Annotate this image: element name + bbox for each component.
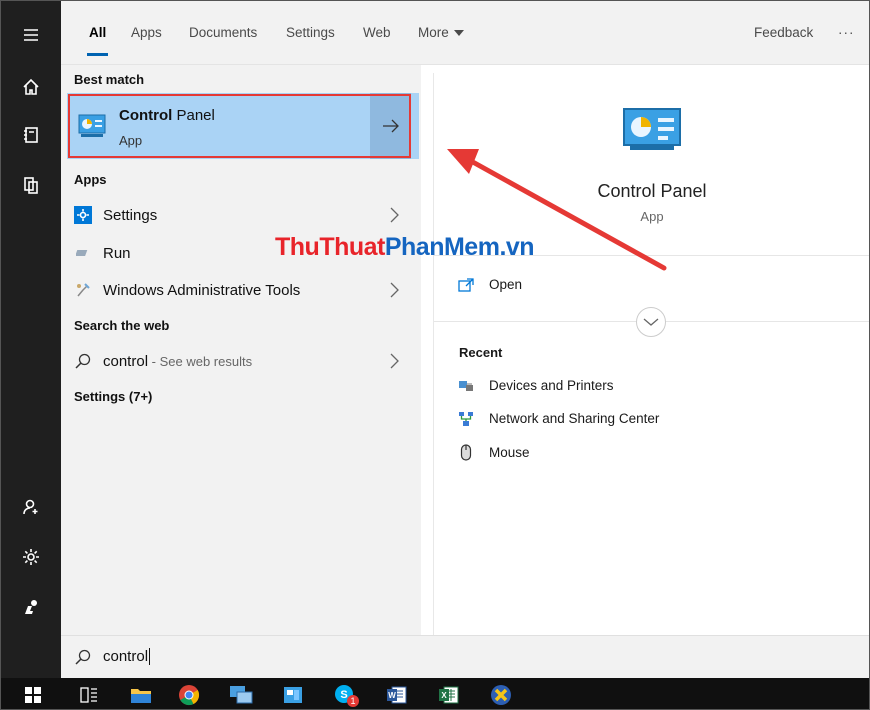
watermark: ThuThuatPhanMem.vn [275,233,535,262]
app-item-label: Run [103,245,131,262]
control-panel-icon-large [623,108,681,150]
preview-panel: Control Panel App Open Recent Devices an… [433,73,869,635]
app-yellow-x-icon[interactable] [481,682,521,708]
start-windows-icon[interactable] [13,682,53,708]
taskbar: S 1 W X [1,678,869,709]
windows-search-window: All Apps Documents Settings Web More Fee… [0,0,870,710]
chevron-right-icon [390,282,399,298]
admin-tools-icon [74,281,92,299]
web-search-query: control [103,353,149,370]
mouse-icon [460,444,472,461]
excel-icon[interactable]: X [429,682,469,708]
recent-item-label: Network and Sharing Center [489,411,660,426]
open-external-icon [458,278,474,292]
skype-icon[interactable]: S 1 [325,682,365,708]
more-options-icon[interactable]: ··· [838,25,855,40]
word-icon[interactable]: W [377,682,417,708]
recent-item-label: Devices and Printers [489,378,614,393]
remote-desktop-icon[interactable] [221,682,261,708]
user-account-icon[interactable] [13,489,49,525]
search-web-heading: Search the web [74,318,170,333]
app-item-settings[interactable]: Settings [61,197,421,233]
open-action[interactable]: Open [458,275,658,297]
search-input[interactable]: control [103,648,151,665]
left-rail [1,1,61,678]
web-search-suffix: - See web results [148,354,253,369]
tab-more[interactable]: More [418,25,464,40]
tab-settings[interactable]: Settings [286,25,335,40]
search-filter-bar: All Apps Documents Settings Web More Fee… [61,1,869,65]
web-search-item[interactable]: control - See web results [61,343,421,379]
results-panel: Best match Control Panel App Apps Settin… [61,65,421,635]
feedback-link[interactable]: Feedback [754,25,813,40]
tab-all[interactable]: All [86,25,109,56]
chevron-right-icon [390,353,399,369]
best-match-highlight-outline [68,94,411,158]
search-box[interactable]: control [61,635,869,678]
run-icon [74,244,92,262]
app-item-label: Windows Administrative Tools [103,282,301,299]
settings-gear-icon[interactable] [13,539,49,575]
tab-more-label: More [418,25,449,40]
settings-gear-icon [74,206,92,224]
tab-documents[interactable]: Documents [189,25,257,40]
web-search-label: control - See web results [103,353,252,370]
home-icon[interactable] [13,69,49,105]
chrome-icon[interactable] [169,682,209,708]
tab-apps[interactable]: Apps [131,25,162,40]
search-icon [75,649,91,665]
watermark-part2: PhanMem.vn [384,233,535,261]
task-view-icon[interactable] [69,682,109,708]
file-explorer-icon[interactable] [121,682,161,708]
svg-text:X: X [441,691,447,700]
app-item-label: Settings [103,207,158,224]
devices-printers-icon [459,381,473,391]
settings-more-link[interactable]: Settings (7+) [74,389,152,404]
notification-badge: 1 [347,695,359,707]
recent-item-devices-and-printers[interactable]: Devices and Printers [458,376,758,398]
recent-heading: Recent [459,345,503,360]
chevron-right-icon [390,207,399,223]
watermark-part1: ThuThuat [275,233,385,261]
network-sharing-icon [459,412,473,426]
svg-text:W: W [388,691,396,700]
open-label: Open [489,277,523,292]
hamburger-menu-icon[interactable] [13,17,49,53]
app-icon[interactable] [273,682,313,708]
chevron-down-icon [643,318,659,326]
expand-button[interactable] [636,307,666,337]
apps-heading: Apps [74,172,107,187]
tab-web[interactable]: Web [363,25,391,40]
search-icon [74,352,92,370]
recent-item-network-and-sharing-center[interactable]: Network and Sharing Center [458,409,758,431]
preview-subtitle: App [640,209,664,224]
recent-item-mouse[interactable]: Mouse [458,443,758,465]
notebook-icon[interactable] [13,117,49,153]
recent-item-label: Mouse [489,445,530,460]
documents-icon[interactable] [13,167,49,203]
app-item-windows-administrative-tools[interactable]: Windows Administrative Tools [61,272,421,308]
preview-title: Control Panel [597,181,707,201]
best-match-heading: Best match [74,72,145,87]
chevron-down-icon [453,30,464,37]
feedback-hub-icon[interactable] [13,589,49,625]
